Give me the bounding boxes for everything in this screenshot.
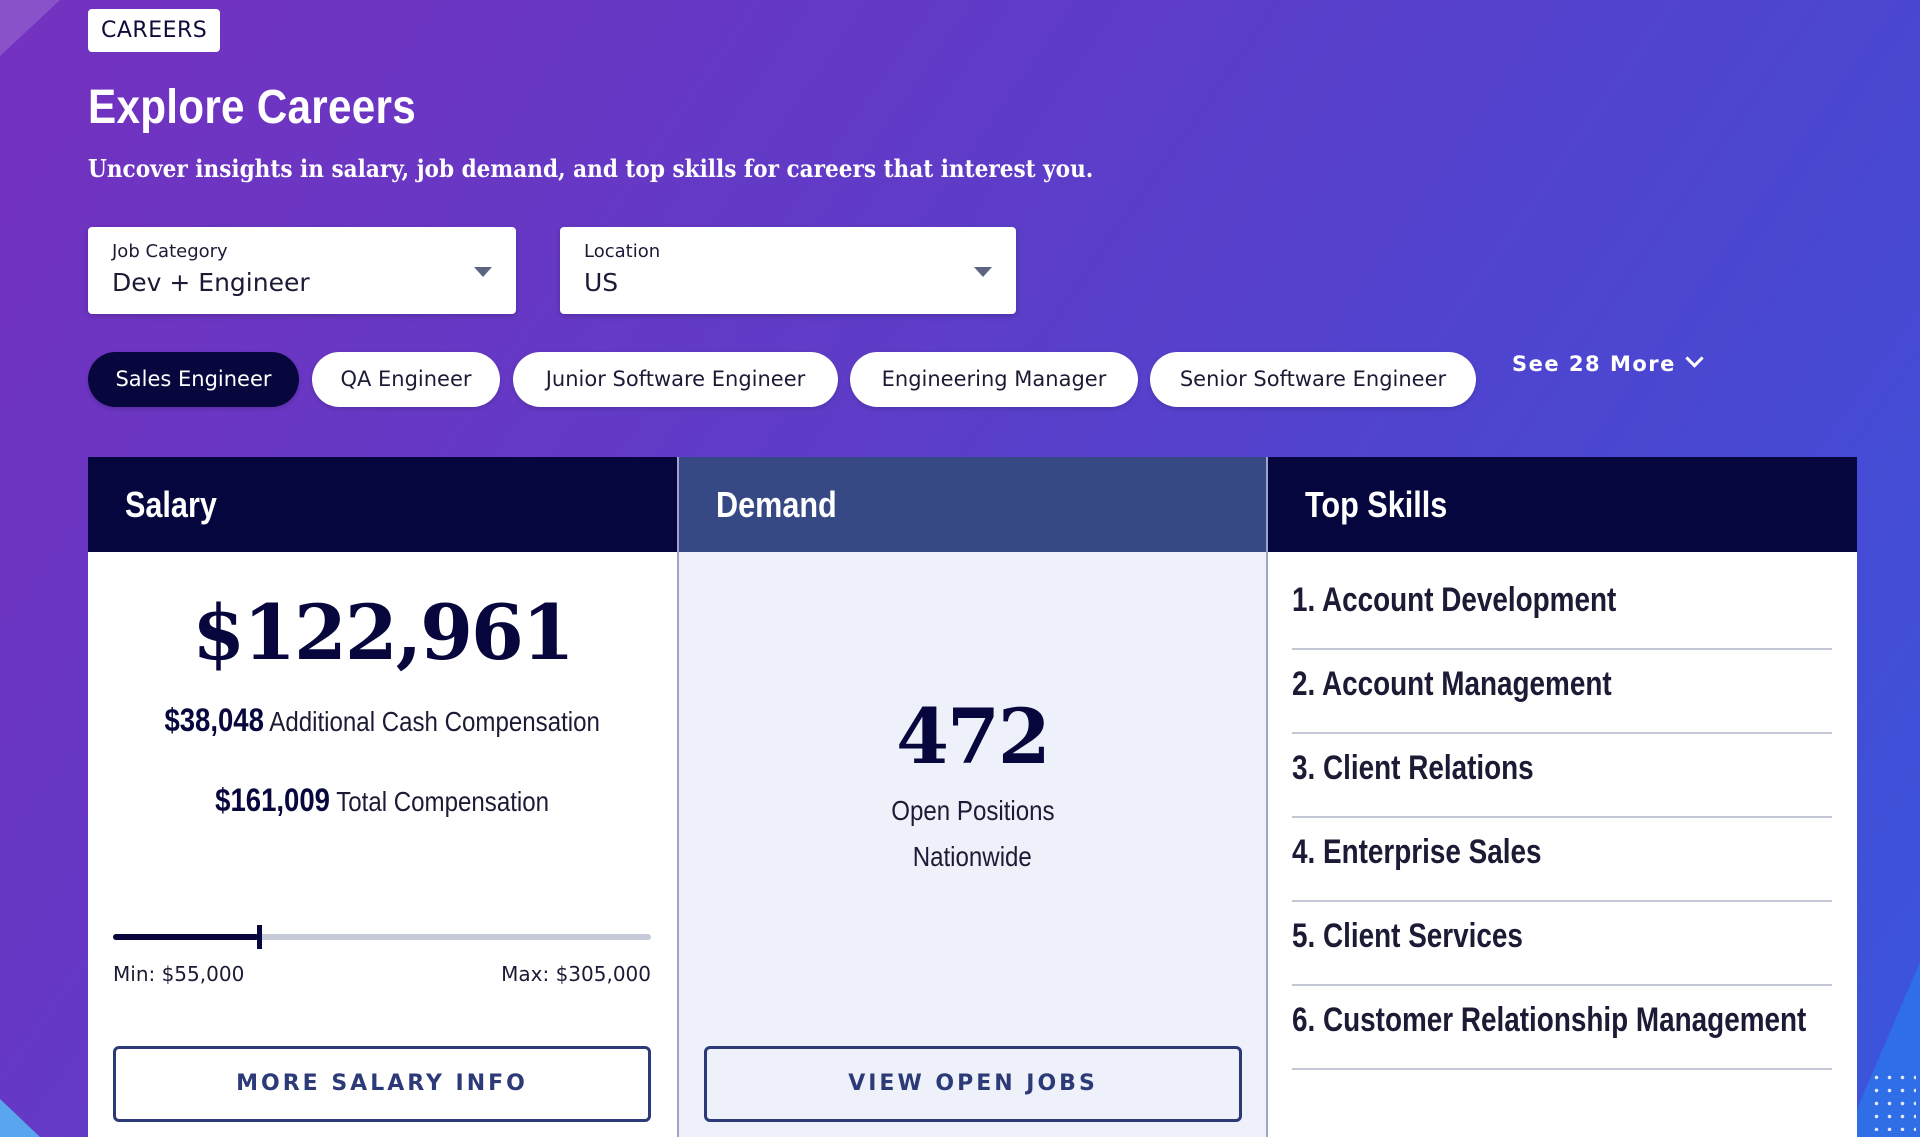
job-category-dropdown[interactable]: Job Category Dev + Engineer [88,227,516,314]
corner-decoration [0,0,60,56]
salary-card: Salary $122,961 $38,048 Additional Cash … [88,457,677,1137]
role-pill-junior-software-engineer[interactable]: Junior Software Engineer [513,352,838,407]
demand-heading: Demand [716,484,837,525]
additional-cash-label: Additional Cash Compensation [269,706,601,737]
location-label: Location [584,241,661,262]
salary-heading: Salary [125,484,217,525]
demand-card-body: 472 Open Positions Nationwide VIEW OPEN … [679,552,1266,1137]
top-skills-card: Top Skills 1. Account Development 2. Acc… [1266,457,1857,1137]
salary-range-marker [257,925,263,949]
role-pill-senior-software-engineer[interactable]: Senior Software Engineer [1150,352,1476,407]
role-pill-qa-engineer[interactable]: QA Engineer [312,352,500,407]
skill-item: 4. Enterprise Sales [1292,820,1832,902]
skill-list: 1. Account Development 2. Account Manage… [1292,568,1832,1072]
see-more-label: See 28 More [1512,352,1676,376]
skill-item: 3. Client Relations [1292,736,1832,818]
page-subtitle: Uncover insights in salary, job demand, … [88,154,1094,183]
skill-item: 1. Account Development [1292,568,1832,650]
salary-card-body: $122,961 $38,048 Additional Cash Compens… [88,552,677,1137]
top-skills-card-body: 1. Account Development 2. Account Manage… [1268,552,1857,1137]
open-positions-label: Open Positions [890,795,1055,826]
demand-card-header: Demand [679,457,1266,552]
base-salary: $122,961 [192,588,575,677]
chevron-down-icon [1685,349,1704,368]
demand-card: Demand 472 Open Positions Nationwide VIE… [677,457,1266,1137]
job-category-value: Dev + Engineer [112,268,310,297]
nationwide-label: Nationwide [912,841,1033,872]
open-positions-count: 472 [896,692,1051,781]
caret-down-icon [474,267,492,277]
salary-range-max: Max: $305,000 [501,962,651,986]
total-comp-label: Total Compensation [336,786,550,817]
location-dropdown[interactable]: Location US [560,227,1016,314]
top-skills-heading: Top Skills [1305,484,1448,525]
total-comp-line: $161,009 Total Compensation [88,782,677,819]
role-pill-engineering-manager[interactable]: Engineering Manager [850,352,1138,407]
corner-decoration [0,1099,40,1137]
see-more-button[interactable]: See 28 More [1512,349,1704,407]
career-insights-cards: Salary $122,961 $38,048 Additional Cash … [88,457,1857,1137]
salary-range-bar [113,925,651,949]
total-comp-amount: $161,009 [215,782,331,818]
skill-item: 2. Account Management [1292,652,1832,734]
dot-pattern [1870,1071,1916,1131]
caret-down-icon [974,267,992,277]
job-category-label: Job Category [112,241,228,262]
additional-cash-line: $38,048 Additional Cash Compensation [88,702,677,739]
additional-cash-amount: $38,048 [164,702,265,738]
salary-range-min: Min: $55,000 [113,962,245,986]
skill-item: 5. Client Services [1292,904,1832,986]
view-open-jobs-button[interactable]: VIEW OPEN JOBS [704,1046,1242,1122]
role-pill-sales-engineer[interactable]: Sales Engineer [88,352,299,407]
careers-badge: CAREERS [88,9,221,52]
salary-card-header: Salary [88,457,677,552]
salary-range-fill [113,934,260,940]
page-title: Explore Careers [88,81,416,134]
location-value: US [584,268,619,297]
skill-item: 6. Customer Relationship Management [1292,988,1832,1070]
more-salary-info-button[interactable]: MORE SALARY INFO [113,1046,651,1122]
top-skills-card-header: Top Skills [1268,457,1857,552]
